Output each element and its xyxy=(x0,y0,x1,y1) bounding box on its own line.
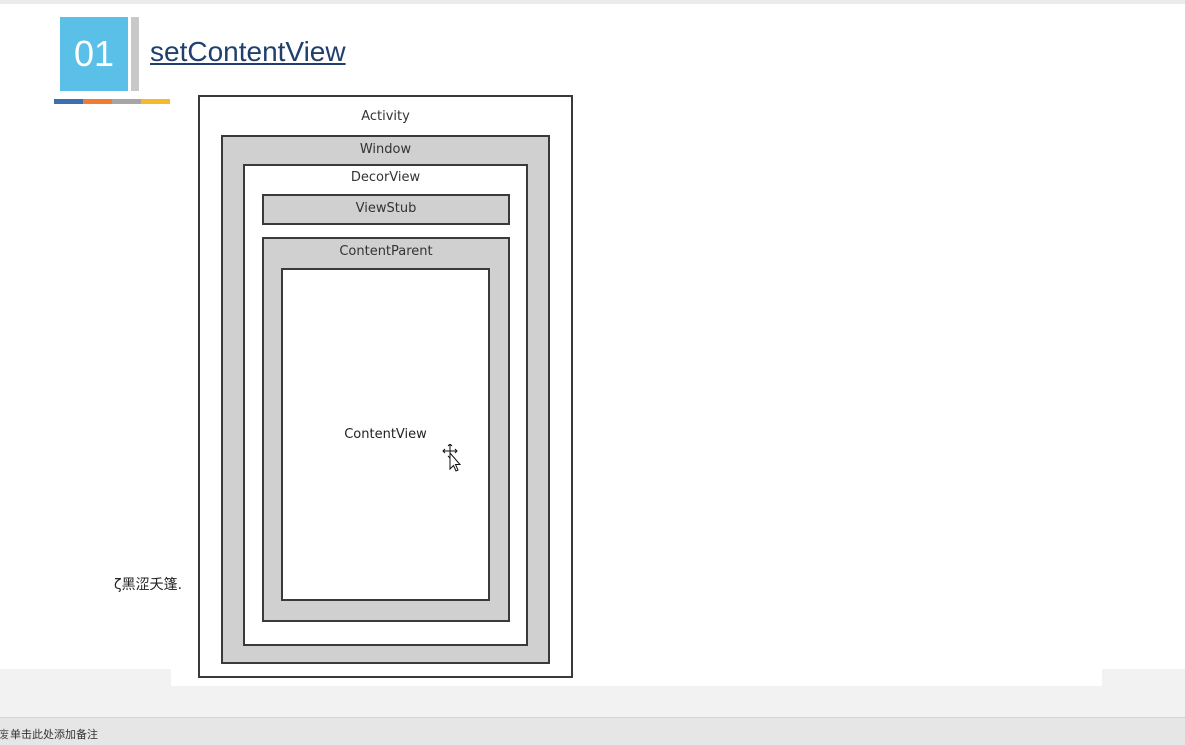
window-label: Window xyxy=(359,142,412,157)
badge-separator xyxy=(131,17,139,91)
slide-number: 01 xyxy=(73,33,115,74)
slide-title[interactable]: setContentView xyxy=(150,36,346,68)
accent-bar-gray xyxy=(112,99,141,104)
presentation-app: 01 setContentView ζ黑涩夭篷. Activity Window… xyxy=(0,0,1185,745)
decor-view-label: DecorView xyxy=(350,170,421,185)
accent-bar-blue xyxy=(54,99,83,104)
activity-label: Activity xyxy=(361,109,410,124)
stray-text: ζ黑涩夭篷. xyxy=(114,577,183,593)
move-cursor-icon xyxy=(442,444,462,472)
content-view-box[interactable]: ContentView xyxy=(281,268,490,601)
slide-canvas[interactable]: 01 setContentView ζ黑涩夭篷. xyxy=(0,4,1185,669)
notes-placeholder[interactable]: 单击此处添加备注 xyxy=(10,726,98,742)
view-stub-box[interactable]: ViewStub xyxy=(262,194,510,225)
slide-number-badge: 01 xyxy=(60,17,128,91)
notes-edge-glyph: 废 xyxy=(0,728,9,741)
content-view-label: ContentView xyxy=(344,427,427,442)
accent-bar-yellow xyxy=(141,99,170,104)
accent-bar-orange xyxy=(83,99,112,104)
content-parent-label: ContentParent xyxy=(339,244,433,259)
notes-pane[interactable]: 废 单击此处添加备注 xyxy=(0,717,1185,745)
accent-color-bar xyxy=(54,99,170,104)
view-stub-label: ViewStub xyxy=(355,201,417,216)
